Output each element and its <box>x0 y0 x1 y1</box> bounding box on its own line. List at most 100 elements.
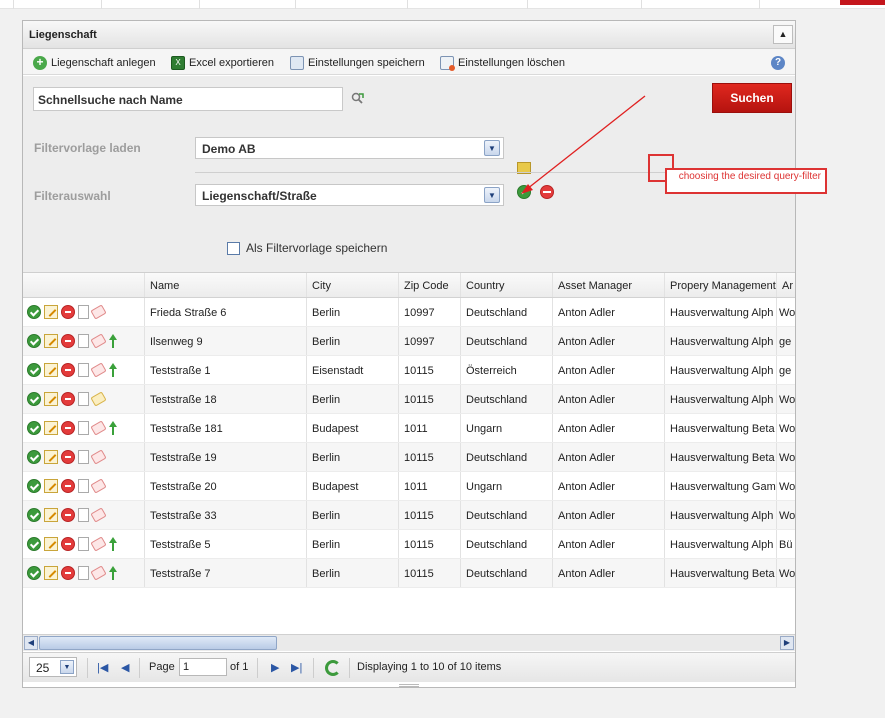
delete-icon[interactable] <box>61 566 75 580</box>
cell-name: Frieda Straße 6 <box>145 298 307 326</box>
delete-settings-button[interactable]: Einstellungen löschen <box>440 55 565 71</box>
edit-icon[interactable] <box>44 334 58 348</box>
top-nav-tab[interactable] <box>528 0 642 9</box>
table-row[interactable]: Ilsenweg 9 Berlin 10997 Deutschland Anton Ad… <box>23 327 795 356</box>
excel-export-button[interactable]: X Excel exportieren <box>171 55 274 71</box>
copy-icon[interactable] <box>78 508 89 522</box>
table-row[interactable]: Frieda Straße 6 Berlin 10997 Deutschland Ant… <box>23 298 795 327</box>
copy-icon[interactable] <box>78 363 89 377</box>
horizontal-scrollbar[interactable]: ◀ ▶ <box>23 634 795 651</box>
tag-icon[interactable] <box>90 565 107 581</box>
delete-icon[interactable] <box>61 479 75 493</box>
tag-icon[interactable] <box>90 478 107 494</box>
scroll-left-icon[interactable]: ◀ <box>24 636 38 650</box>
arrow-up-icon[interactable] <box>108 566 118 580</box>
tag-icon[interactable] <box>90 507 107 523</box>
prev-page-icon[interactable]: ◀ <box>121 661 129 674</box>
table-row[interactable]: Teststraße 33 Berlin 10115 Deutschland Anton… <box>23 501 795 530</box>
check-icon[interactable] <box>27 363 41 377</box>
column-header-zip[interactable]: Zip Code <box>399 273 461 297</box>
arrow-up-icon[interactable] <box>108 421 118 435</box>
resize-handle[interactable] <box>399 684 419 687</box>
table-row[interactable]: Teststraße 7 Berlin 10115 Deutschland Anton … <box>23 559 795 588</box>
check-icon[interactable] <box>27 305 41 319</box>
copy-icon[interactable] <box>78 334 89 348</box>
top-nav-tab[interactable] <box>0 0 14 9</box>
check-icon[interactable] <box>27 334 41 348</box>
arrow-up-icon[interactable] <box>108 537 118 551</box>
page-size-select[interactable]: 25 ▼ <box>29 657 77 677</box>
last-page-icon[interactable]: ▶| <box>291 661 302 674</box>
column-header-property-management[interactable]: Propery Management <box>665 273 777 297</box>
edit-icon[interactable] <box>44 566 58 580</box>
column-header-country[interactable]: Country <box>461 273 553 297</box>
delete-icon[interactable] <box>61 305 75 319</box>
collapse-button[interactable]: ▲ <box>773 25 793 44</box>
check-icon[interactable] <box>27 508 41 522</box>
edit-icon[interactable] <box>44 479 58 493</box>
copy-icon[interactable] <box>78 450 89 464</box>
arrow-up-icon[interactable] <box>108 363 118 377</box>
table-row[interactable]: Teststraße 20 Budapest 1011 Ungarn Anton Adl… <box>23 472 795 501</box>
delete-icon[interactable] <box>61 508 75 522</box>
help-icon[interactable]: ? <box>771 56 785 70</box>
next-page-icon[interactable]: ▶ <box>271 661 279 674</box>
check-icon[interactable] <box>27 392 41 406</box>
check-icon[interactable] <box>27 537 41 551</box>
copy-icon[interactable] <box>78 421 89 435</box>
scrollbar-thumb[interactable] <box>39 636 277 650</box>
copy-icon[interactable] <box>78 566 89 580</box>
copy-icon[interactable] <box>78 305 89 319</box>
edit-icon[interactable] <box>44 421 58 435</box>
delete-icon[interactable] <box>61 537 75 551</box>
edit-icon[interactable] <box>44 363 58 377</box>
create-property-button[interactable]: + Liegenschaft anlegen <box>33 55 156 71</box>
arrow-up-icon[interactable] <box>108 334 118 348</box>
check-icon[interactable] <box>27 421 41 435</box>
copy-icon[interactable] <box>78 392 89 406</box>
tag-icon[interactable] <box>90 333 107 349</box>
table-row[interactable]: Teststraße 1 Eisenstadt 10115 Österreich Ant… <box>23 356 795 385</box>
edit-icon[interactable] <box>44 392 58 406</box>
check-icon[interactable] <box>27 566 41 580</box>
tag-icon[interactable] <box>90 536 107 552</box>
scroll-right-icon[interactable]: ▶ <box>780 636 794 650</box>
copy-icon[interactable] <box>78 479 89 493</box>
top-nav-tab[interactable] <box>200 0 296 9</box>
copy-icon[interactable] <box>78 537 89 551</box>
column-header-asset-manager[interactable]: Asset Manager <box>553 273 665 297</box>
page-number-input[interactable]: 1 <box>179 658 227 676</box>
top-nav-tab[interactable] <box>102 0 200 9</box>
tag-icon[interactable] <box>90 304 107 320</box>
tag-icon[interactable] <box>90 449 107 465</box>
delete-icon[interactable] <box>61 450 75 464</box>
table-row[interactable]: Teststraße 19 Berlin 10115 Deutschland Anton… <box>23 443 795 472</box>
tag-icon[interactable] <box>90 362 107 378</box>
delete-icon[interactable] <box>61 421 75 435</box>
top-nav-tab[interactable] <box>296 0 408 9</box>
tag-icon[interactable] <box>90 420 107 436</box>
delete-icon[interactable] <box>61 392 75 406</box>
check-icon[interactable] <box>27 450 41 464</box>
tag-icon[interactable] <box>90 391 107 407</box>
refresh-icon[interactable] <box>325 660 341 676</box>
edit-icon[interactable] <box>44 508 58 522</box>
save-settings-button[interactable]: Einstellungen speichern <box>290 55 425 71</box>
top-nav-tab[interactable] <box>642 0 760 9</box>
edit-icon[interactable] <box>44 537 58 551</box>
top-nav-tab[interactable] <box>14 0 102 9</box>
chevron-down-icon[interactable]: ▼ <box>60 660 74 674</box>
top-nav-tab[interactable] <box>408 0 528 9</box>
edit-icon[interactable] <box>44 450 58 464</box>
check-icon[interactable] <box>27 479 41 493</box>
table-row[interactable]: Teststraße 18 Berlin 10115 Deutschland Anton… <box>23 385 795 414</box>
table-row[interactable]: Teststraße 181 Budapest 1011 Ungarn Anton Ad… <box>23 414 795 443</box>
edit-icon[interactable] <box>44 305 58 319</box>
column-header-area[interactable]: Ar <box>777 273 795 297</box>
table-row[interactable]: Teststraße 5 Berlin 10115 Deutschland Anton … <box>23 530 795 559</box>
delete-icon[interactable] <box>61 334 75 348</box>
delete-icon[interactable] <box>61 363 75 377</box>
column-header-city[interactable]: City <box>307 273 399 297</box>
first-page-icon[interactable]: |◀ <box>97 661 108 674</box>
column-header-name[interactable]: Name <box>145 273 307 297</box>
